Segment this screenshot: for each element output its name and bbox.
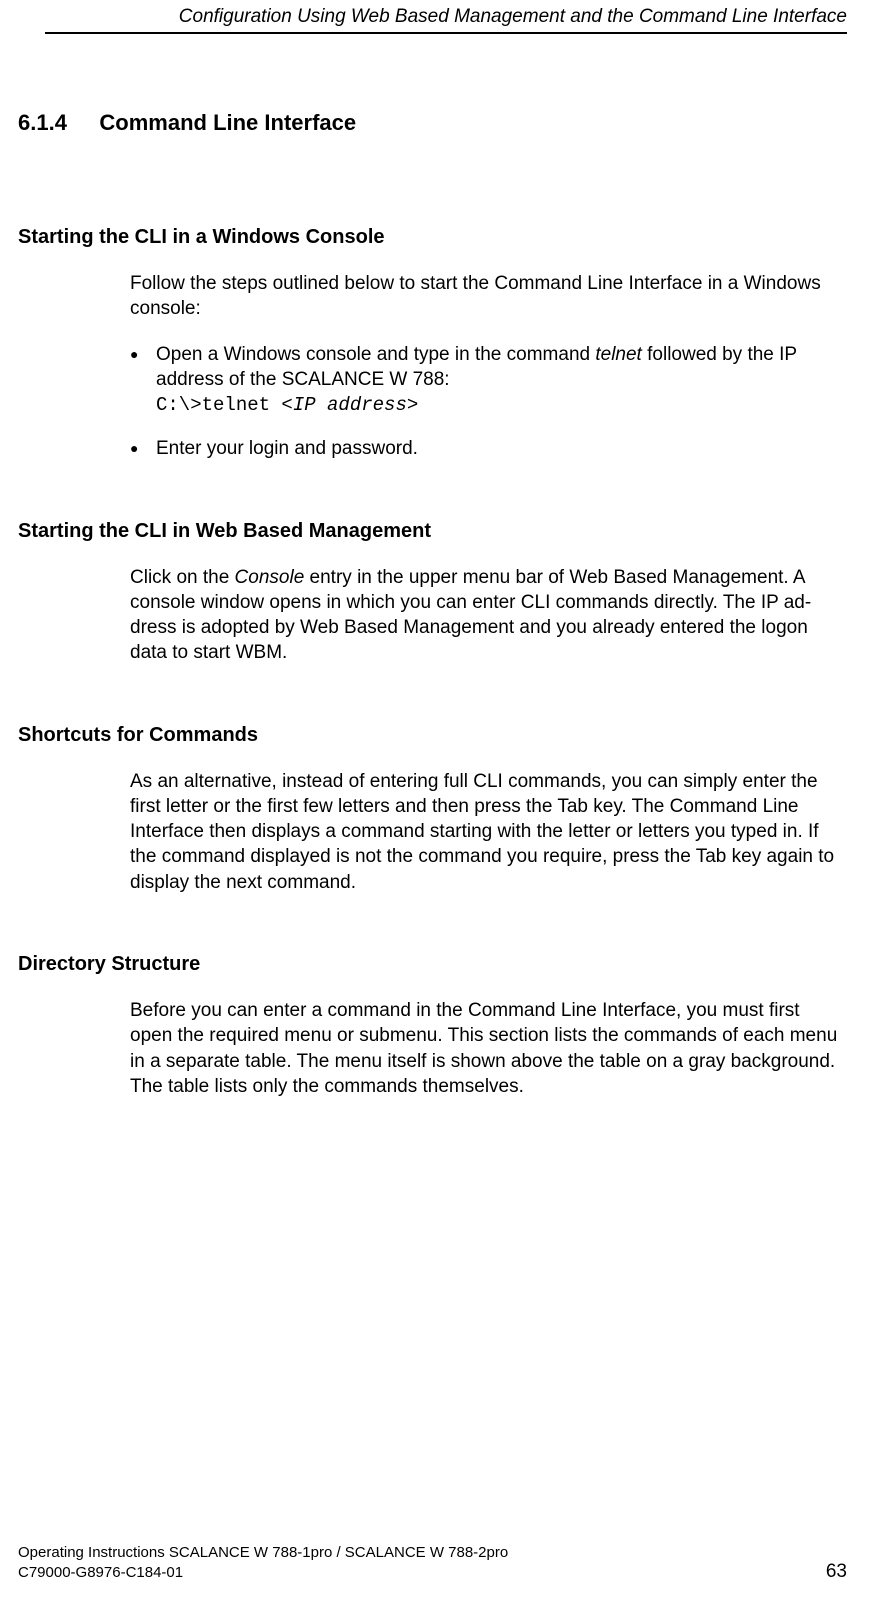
para: Click on the Console entry in the upper … (130, 565, 847, 666)
body-start-wbm: Click on the Console entry in the upper … (130, 565, 847, 666)
para: As an alternative, instead of entering f… (130, 769, 847, 895)
bullet-list: Open a Windows console and type in the c… (130, 342, 847, 462)
footer: Operating Instructions SCALANCE W 788-1p… (18, 1543, 847, 1584)
code-line: C:\>telnet <IP address> (156, 394, 418, 416)
list-item: Enter your login and password. (130, 436, 847, 461)
footer-line1: Operating Instructions SCALANCE W 788-1p… (18, 1543, 847, 1563)
list-item: Open a Windows console and type in the c… (130, 342, 847, 419)
subhead-shortcuts: Shortcuts for Commands (18, 724, 847, 747)
body-start-windows: Follow the steps outlined below to start… (130, 271, 847, 462)
para: Before you can enter a command in the Co… (130, 998, 847, 1099)
page-number: 63 (826, 1561, 847, 1583)
footer-line2: C79000-G8976-C184-01 (18, 1563, 847, 1583)
content-area: 6.1.4 Command Line Interface Starting th… (18, 110, 847, 1119)
section-heading: 6.1.4 Command Line Interface (18, 110, 847, 136)
code-prefix: C:\>telnet (156, 394, 281, 416)
subhead-directory: Directory Structure (18, 953, 847, 976)
section-title: Command Line Interface (99, 110, 356, 136)
subhead-start-windows: Starting the CLI in a Windows Console (18, 226, 847, 249)
telnet-word: telnet (595, 344, 641, 365)
body-directory: Before you can enter a command in the Co… (130, 998, 847, 1099)
body-shortcuts: As an alternative, instead of entering f… (130, 769, 847, 895)
text: Click on the (130, 567, 235, 588)
subhead-start-wbm: Starting the CLI in Web Based Management (18, 520, 847, 543)
bullet-text: Open a Windows console and type in the c… (156, 344, 595, 365)
code-arg: <IP address> (281, 394, 418, 416)
intro-para: Follow the steps outlined below to start… (130, 271, 847, 322)
footer-left: Operating Instructions SCALANCE W 788-1p… (18, 1543, 847, 1584)
page: Configuration Using Web Based Management… (0, 0, 892, 1609)
running-header: Configuration Using Web Based Management… (179, 6, 847, 28)
console-word: Console (235, 567, 305, 588)
section-number: 6.1.4 (18, 110, 67, 136)
header-rule (45, 32, 847, 34)
bullet-text: Enter your login and password. (156, 438, 418, 459)
